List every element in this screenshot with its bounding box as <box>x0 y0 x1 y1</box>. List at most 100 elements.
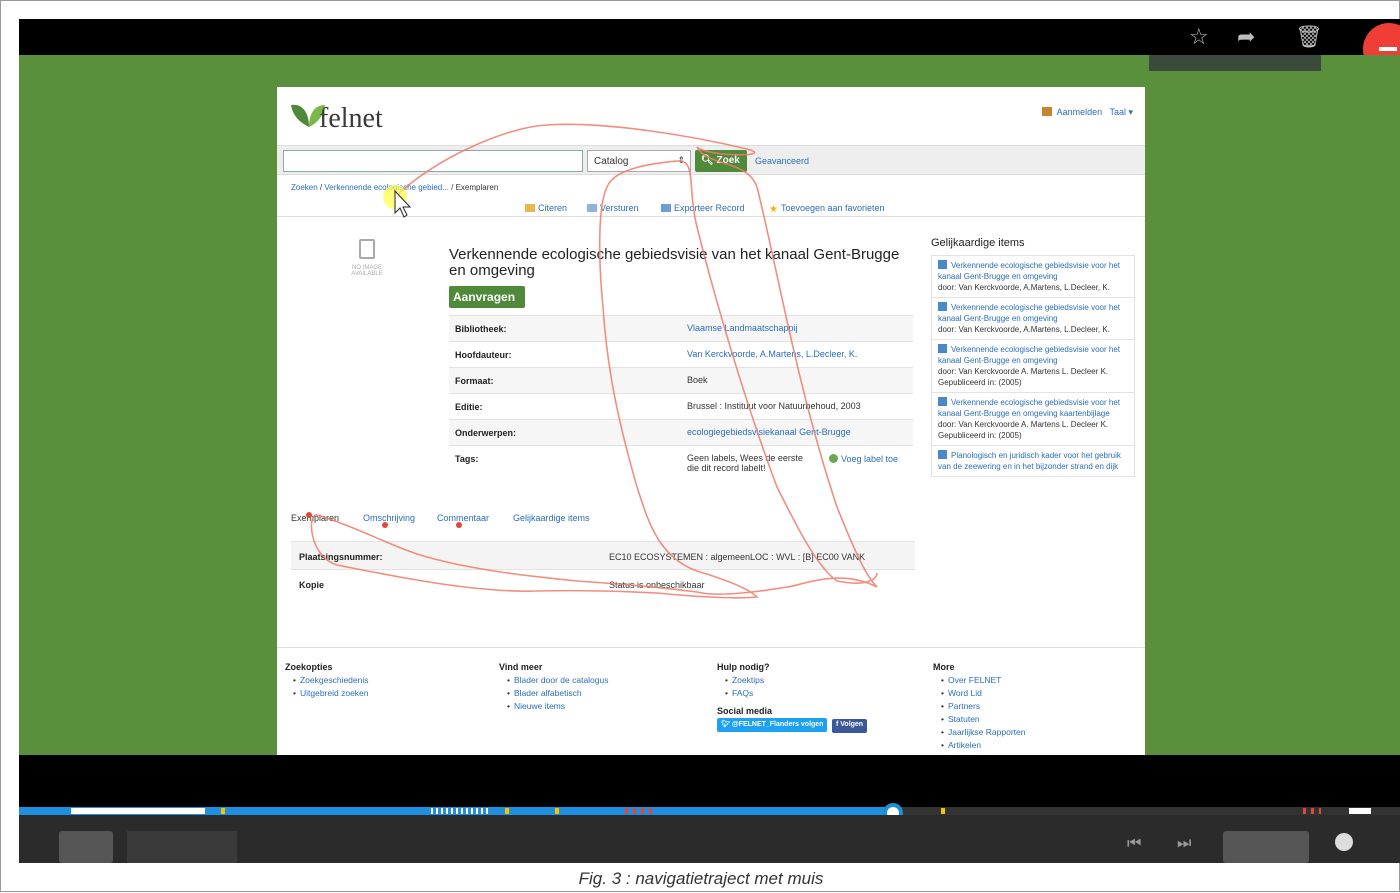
favorite-link[interactable]: ★ Toevoegen aan favorieten <box>769 203 885 215</box>
subject-link[interactable]: ecologiegebiedsvisiekanaal Gent-Brugge <box>687 427 909 437</box>
footer-link[interactable]: Uitgebreid zoeken <box>285 687 369 700</box>
player-letterbox <box>19 755 1400 807</box>
tab-omschrijving[interactable]: Omschrijving <box>363 513 415 523</box>
request-button[interactable]: Aanvragen <box>449 286 525 308</box>
footer-link[interactable]: Nieuwe items <box>499 700 609 713</box>
back-button[interactable] <box>59 831 113 863</box>
no-image-placeholder: NO IMAGE AVAILABLE <box>337 239 397 277</box>
similar-items-list: Verkennende ecologische gebiedsvisie voo… <box>931 255 1135 477</box>
timeline-marker <box>625 808 655 814</box>
figure-caption: Fig. 3 : navigatietraject met muis <box>578 869 824 888</box>
tab-exemplaren[interactable]: Exemplaren <box>291 513 339 523</box>
footer-link[interactable]: Blader alfabetisch <box>499 687 609 700</box>
footer-link[interactable]: Over FELNET <box>933 674 1025 687</box>
similar-item: Verkennende ecologische gebiedsvisie voo… <box>931 340 1135 393</box>
share-icon[interactable]: ➦ <box>1237 27 1255 49</box>
breadcrumb-record[interactable]: Verkennende ecologische gebied... <box>324 183 449 192</box>
footer-link[interactable]: Artikelen <box>933 739 1025 752</box>
copies-row: Plaatsingsnummer: EC10 ECOSYSTEMEN : alge… <box>291 541 915 569</box>
trash-icon[interactable]: 🗑 <box>1295 27 1323 49</box>
timeline-marker <box>555 808 559 814</box>
footer-col-search-options: Zoekopties Zoekgeschiedenis Uitgebreid z… <box>285 662 369 700</box>
tab-commentaar[interactable]: Commentaar <box>437 513 489 523</box>
copies-table: Plaatsingsnummer: EC10 ECOSYSTEMEN : alge… <box>291 541 915 597</box>
search-button[interactable]: 🔍︎ Zoek <box>695 150 747 172</box>
facebook-follow-button[interactable]: f Volgen <box>831 719 868 733</box>
document-icon <box>359 239 375 259</box>
skip-button[interactable] <box>127 831 237 863</box>
breadcrumb-current: Exemplaren <box>455 183 499 192</box>
logo-text[interactable]: felnet <box>319 103 383 135</box>
star-icon[interactable]: ☆ <box>1189 27 1209 49</box>
footer-heading: Zoekopties <box>285 662 333 672</box>
library-link[interactable]: Vlaamse Landmaatschappij <box>687 323 909 333</box>
minus-icon <box>1379 47 1397 51</box>
overlay-block <box>1149 55 1321 71</box>
similar-item-link[interactable]: Verkennende ecologische gebiedsvisie voo… <box>938 398 1120 418</box>
footer-heading: More <box>933 662 955 672</box>
timeline-marker <box>941 808 945 814</box>
details-label: Bibliotheek: <box>455 324 507 334</box>
advanced-search-link[interactable]: Geavanceerd <box>755 156 809 166</box>
export-icon <box>661 204 671 212</box>
similar-item-link[interactable]: Planologisch en juridisch kader voor het… <box>938 451 1121 471</box>
footer-link[interactable]: Zoektips <box>717 674 869 687</box>
books-icon <box>1041 107 1052 116</box>
twitter-follow-button[interactable]: 🐦︎ @FELNET_Flanders volgen <box>717 718 828 732</box>
footer-col-help: Hulp nodig? Zoektips FAQs Social media 🐦… <box>717 662 869 733</box>
footer-link[interactable]: Partners <box>933 700 1025 713</box>
web-page: felnet Aanmelden Taal ▾ Catalog ⇕ 🔍︎ Zoe… <box>277 87 1145 759</box>
similar-item-link[interactable]: Verkennende ecologische gebiedsvisie voo… <box>938 261 1120 281</box>
footer-heading: Social media <box>717 706 773 716</box>
timeline-remaining <box>895 807 1400 815</box>
details-row: Formaat: Boek <box>449 367 913 393</box>
breadcrumb-separator: / <box>448 183 456 192</box>
book-icon <box>938 344 947 353</box>
export-link[interactable]: Exporteer Record <box>661 203 745 213</box>
similar-item-author: door: Van Kerckvoorde A. Martens L. Decl… <box>938 420 1109 429</box>
footer-link[interactable]: Word Lid <box>933 687 1025 700</box>
details-label: Onderwerpen: <box>455 428 517 438</box>
skip-back-icon[interactable]: ⏮ <box>1127 835 1141 853</box>
footer-col-more: More Over FELNET Word Lid Partners Statu… <box>933 662 1025 752</box>
action-button[interactable] <box>1223 831 1309 863</box>
skip-forward-icon[interactable]: ⏭ <box>1177 835 1191 853</box>
cite-link[interactable]: Citeren <box>525 203 567 213</box>
book-icon <box>938 260 947 269</box>
footer-link[interactable]: FAQs <box>717 687 869 700</box>
similar-item-link[interactable]: Verkennende ecologische gebiedsvisie voo… <box>938 345 1120 365</box>
footer-link[interactable]: Zoekgeschiedenis <box>285 674 369 687</box>
login-link[interactable]: Aanmelden <box>1057 107 1103 117</box>
search-input[interactable] <box>283 150 583 172</box>
tab-gelijkaardige-items[interactable]: Gelijkaardige items <box>513 513 590 523</box>
copies-label: Kopie <box>299 580 325 590</box>
timeline-segment <box>1349 808 1371 814</box>
similar-item-author: door: Van Kerckvoorde A. Martens L. Decl… <box>938 367 1109 376</box>
footer-link[interactable]: Blader door de catalogus <box>499 674 609 687</box>
record-toolbar: Citeren Versturen Exporteer Record ★ Toev… <box>277 199 1145 217</box>
footer-link[interactable]: Jaarlijkse Rapporten <box>933 726 1025 739</box>
similar-item-link[interactable]: Verkennende ecologische gebiedsvisie voo… <box>938 303 1120 323</box>
cite-icon <box>525 204 535 212</box>
favorite-label: Toevoegen aan favorieten <box>780 203 885 213</box>
send-link[interactable]: Versturen <box>587 203 639 213</box>
footer-link[interactable]: Statuten <box>933 713 1025 726</box>
similar-item-published: Gepubliceerd in: (2005) <box>938 378 1022 387</box>
info-icon[interactable] <box>1335 833 1353 851</box>
details-row: Editie: Brussel : Instituut voor Natuurbe… <box>449 393 913 419</box>
book-icon <box>938 450 947 459</box>
plus-icon <box>829 454 838 463</box>
add-tag-link[interactable]: Voeg label toe <box>829 454 898 464</box>
language-menu[interactable]: Taal ▾ <box>1109 107 1133 117</box>
breadcrumb-search[interactable]: Zoeken <box>291 183 318 192</box>
player-topbar: ☆ ➦ 🗑 <box>19 19 1400 55</box>
twitter-label: @FELNET_Flanders volgen <box>731 721 824 728</box>
details-label: Formaat: <box>455 376 494 386</box>
timeline-bar[interactable] <box>19 807 1400 815</box>
timeline-marker <box>505 808 509 814</box>
catalog-select[interactable]: Catalog ⇕ <box>587 150 691 172</box>
timeline-segment <box>431 808 491 814</box>
similar-item: Verkennende ecologische gebiedsvisie voo… <box>931 255 1135 298</box>
author-link[interactable]: Van Kerckvoorde, A.Martens, L.Decleer, K… <box>687 349 909 359</box>
copies-value: EC10 ECOSYSTEMEN : algemeenLOC : WVL : [… <box>609 552 866 562</box>
